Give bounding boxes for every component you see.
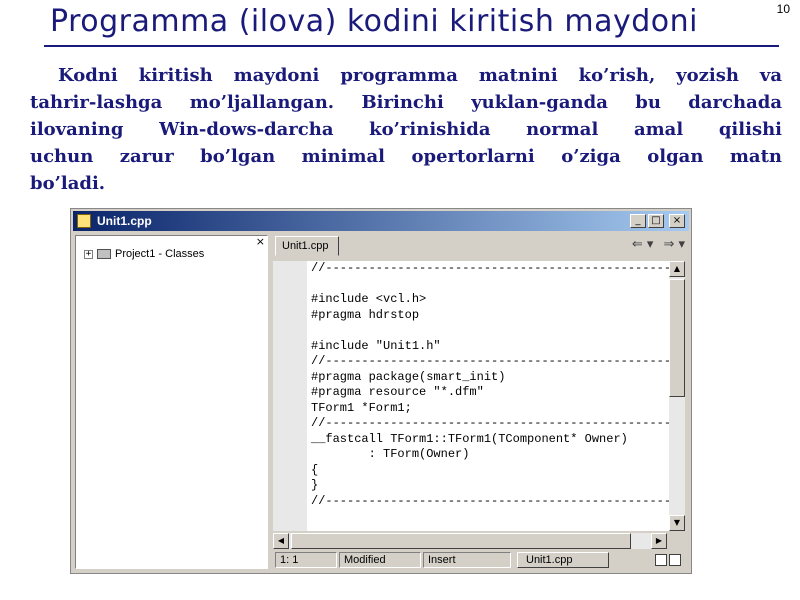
paragraph-line: tahrir-lashga mo’ljallangan. Birinchi yu… — [30, 92, 782, 113]
code-line: __fastcall TForm1::TForm1(TComponent* Ow… — [311, 431, 628, 446]
vertical-scrollbar[interactable]: ▲ ▼ — [669, 261, 685, 531]
code-line: { — [311, 462, 319, 477]
forward-arrow-icon[interactable]: ⇒ ▾ — [663, 237, 685, 252]
tree-item-project-classes[interactable]: + Project1 - Classes — [84, 248, 204, 260]
diagram-icon[interactable] — [669, 554, 681, 566]
panel-close-icon[interactable]: × — [256, 235, 265, 248]
class-explorer-panel: × + Project1 - Classes — [75, 235, 268, 569]
code-line: //--------------------------------------… — [311, 416, 669, 430]
paragraph-line: ilovaning Win-dows-darcha ko’rinishida n… — [30, 119, 782, 140]
title-underline — [44, 45, 779, 47]
window-titlebar[interactable]: Unit1.cpp _ □ × — [73, 211, 689, 231]
cursor-position: 1: 1 — [275, 552, 337, 568]
folder-icon — [97, 249, 111, 259]
code-line: //--------------------------------------… — [311, 261, 669, 275]
paragraph-line: Kodni kiritish maydoni programma matnini… — [58, 65, 782, 86]
modified-indicator: Modified — [339, 552, 421, 568]
expand-icon[interactable]: + — [84, 249, 93, 259]
code-line: #pragma hdrstop — [311, 307, 420, 322]
scroll-up-icon[interactable]: ▲ — [669, 261, 685, 277]
code-line: #include <vcl.h> — [311, 292, 427, 306]
code-line: : TForm(Owner) — [311, 447, 470, 461]
code-line: #pragma resource "*.dfm" — [311, 385, 484, 399]
app-icon — [77, 214, 91, 228]
code-editor-window: Unit1.cpp _ □ × × + Project1 - Classes U… — [70, 208, 692, 574]
scroll-down-icon[interactable]: ▼ — [669, 515, 685, 531]
window-title: Unit1.cpp — [97, 214, 152, 228]
paragraph-line: uchun zarur bo’lgan minimal opertorlarni… — [30, 146, 782, 167]
vertical-scroll-thumb[interactable] — [669, 279, 685, 397]
status-tab-unit1-cpp[interactable]: Unit1.cpp — [517, 552, 609, 568]
tab-strip: Unit1.cpp ⇐ ▾ ⇒ ▾ — [271, 233, 689, 257]
code-line: TForm1 *Form1; — [311, 400, 412, 415]
code-line: #pragma package(smart_init) — [311, 369, 506, 384]
code-editor[interactable]: //--------------------------------------… — [307, 261, 669, 531]
scroll-right-icon[interactable]: ▶ — [651, 533, 667, 549]
tree-item-label: Project1 - Classes — [115, 248, 205, 260]
close-button[interactable]: × — [669, 214, 685, 228]
slide-title: Programma (ilova) kodini kiritish maydon… — [50, 4, 699, 39]
maximize-button[interactable]: □ — [648, 214, 664, 228]
page-number: 10 — [776, 2, 790, 16]
status-bar: 1: 1 Modified Insert Unit1.cpp — [273, 551, 687, 569]
code-line: //--------------------------------------… — [311, 354, 669, 368]
editor-pane: Unit1.cpp ⇐ ▾ ⇒ ▾ //--------------------… — [271, 233, 689, 571]
view-icon[interactable] — [655, 554, 667, 566]
code-line: #include "Unit1.h" — [311, 338, 441, 353]
horizontal-scrollbar[interactable]: ◀ ▶ — [273, 533, 667, 549]
description-paragraph: Kodni kiritish maydoni programma matnini… — [30, 62, 782, 197]
back-arrow-icon[interactable]: ⇐ ▾ — [632, 237, 654, 252]
code-line: //--------------------------------------… — [311, 493, 669, 508]
paragraph-line: bo’ladi. — [30, 173, 106, 194]
editor-gutter — [273, 261, 308, 531]
horizontal-scroll-thumb[interactable] — [291, 533, 631, 549]
tab-unit1-cpp[interactable]: Unit1.cpp — [275, 236, 339, 256]
insert-mode-indicator: Insert — [423, 552, 511, 568]
code-line: } — [311, 478, 319, 492]
minimize-button[interactable]: _ — [630, 214, 646, 228]
scroll-left-icon[interactable]: ◀ — [273, 533, 289, 549]
